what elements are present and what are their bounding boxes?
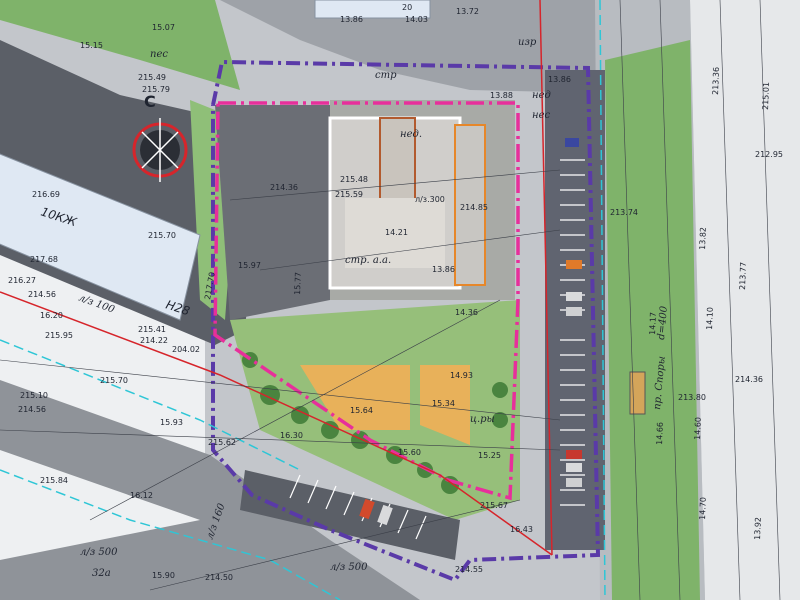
elevation-label: 13.72 — [456, 7, 479, 16]
elevation-label: 15.77 — [293, 272, 303, 295]
elevation-label: 15.60 — [398, 448, 421, 457]
elevation-label: 15.07 — [152, 23, 175, 32]
elevation-label: 214.36 — [735, 375, 763, 384]
elevation-label: 14.93 — [450, 371, 473, 380]
elevation-label: 215.59 — [335, 190, 363, 199]
site-plan-map: 10КЖ Н28 20 нед. л/з.300 14.21 С 15.07 1… — [0, 0, 800, 600]
elevation-label: 215.41 — [138, 325, 166, 334]
elevation-label: 14.03 — [405, 15, 428, 24]
elevation-label: 15.90 — [152, 571, 175, 580]
elevation-label: 214.50 — [205, 573, 233, 582]
main-building-mid-label: л/з.300 — [415, 195, 445, 204]
elevation-label: 204.02 — [172, 345, 200, 354]
compass-letter: С — [144, 92, 156, 111]
building-top-label: 20 — [402, 3, 412, 12]
annotation-label: пес — [150, 49, 168, 60]
elevation-label: 15.15 — [80, 41, 103, 50]
elevation-label: 215.70 — [148, 231, 176, 240]
pipe-annotation: л/з 500 — [80, 547, 118, 558]
elevation-label: 212.95 — [755, 150, 783, 159]
pipe-annotation: л/з 500 — [330, 562, 368, 573]
elevation-label: 214.56 — [18, 405, 46, 414]
elevation-label: 215.48 — [340, 175, 368, 184]
elevation-label: 215.95 — [45, 331, 73, 340]
elevation-label: 214.85 — [460, 203, 488, 212]
elevation-label: 13.88 — [490, 91, 513, 100]
elevation-label: 13.86 — [548, 75, 571, 84]
elevation-label: 213.77 — [738, 262, 748, 290]
elevation-label: 13.92 — [753, 517, 763, 540]
elevation-label: 213.80 — [678, 393, 706, 402]
elevation-label: 15.97 — [238, 261, 261, 270]
annotation-label: стр. а.а. — [345, 255, 391, 266]
elevation-label: 216.69 — [32, 190, 60, 199]
elevation-label: 16.20 — [40, 311, 63, 320]
main-building-label: 14.21 — [385, 228, 408, 237]
elevation-label: 213.74 — [610, 208, 638, 217]
elevation-label: 15.64 — [350, 406, 373, 415]
annotation-label: нед — [532, 90, 551, 101]
annotation-label: изр — [518, 37, 537, 48]
elevation-label: 13.86 — [340, 15, 363, 24]
elevation-label: 215.79 — [142, 85, 170, 94]
elevation-label: 14.66 — [655, 422, 665, 445]
elevation-label: 15.25 — [478, 451, 501, 460]
building-right-small — [629, 371, 646, 415]
elevation-label: 214.55 — [455, 565, 483, 574]
elevation-label: 215.67 — [480, 501, 508, 510]
elevation-label: 215.62 — [208, 438, 236, 447]
elevation-label: 214.22 — [140, 336, 168, 345]
elevation-label: 214.56 — [28, 290, 56, 299]
elevation-label: 217.68 — [30, 255, 58, 264]
annotation-label: 32а — [92, 568, 111, 579]
elevation-label: 13.82 — [698, 227, 708, 250]
elevation-label: 215.01 — [761, 82, 771, 110]
annotation-label: ц.ры — [470, 414, 495, 425]
elevation-label: 14.36 — [455, 308, 478, 317]
elevation-label: 14.10 — [705, 307, 715, 330]
elevation-label: 214.36 — [270, 183, 298, 192]
elevation-label: 15.93 — [160, 418, 183, 427]
elevation-label: 14.60 — [693, 417, 703, 440]
elevation-label: 215.10 — [20, 391, 48, 400]
annotation-label: стр — [375, 70, 397, 81]
elevation-label: 215.70 — [100, 376, 128, 385]
elevation-label: 16.30 — [280, 431, 303, 440]
elevation-label: 215.49 — [138, 73, 166, 82]
elevation-label: 16.12 — [130, 491, 153, 500]
elevation-label: 215.84 — [40, 476, 68, 485]
main-building-top-label: нед. — [400, 129, 422, 140]
annotation-label: нес — [532, 110, 551, 121]
elevation-label: 14.70 — [698, 497, 708, 520]
elevation-label: 213.36 — [711, 67, 721, 95]
elevation-label: 216.27 — [8, 276, 36, 285]
shadow-area — [215, 105, 330, 320]
elevation-label: 15.34 — [432, 399, 455, 408]
elevation-label: 16.43 — [510, 525, 533, 534]
elevation-label: 13.86 — [432, 265, 455, 274]
